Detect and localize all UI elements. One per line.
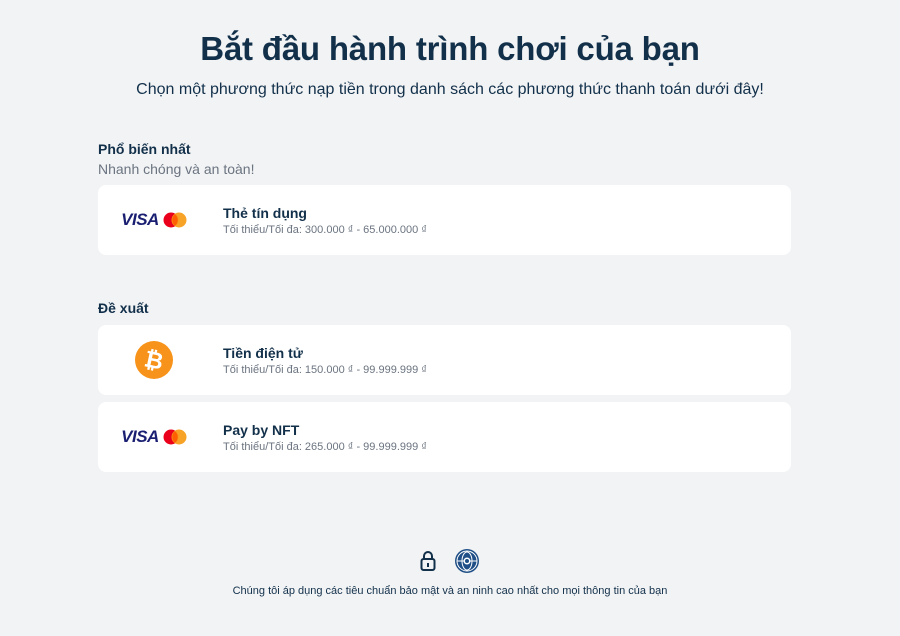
lock-icon bbox=[420, 551, 436, 571]
payment-method-limit: Tối thiểu/Tối đa: 265.000 ₫ - 99.999.999… bbox=[223, 441, 427, 453]
security-seal-icon bbox=[455, 549, 479, 573]
section-title-popular: Phổ biến nhất bbox=[98, 141, 191, 157]
security-badges bbox=[0, 548, 900, 574]
payment-method-limit: Tối thiểu/Tối đa: 300.000 ₫ - 65.000.000… bbox=[223, 224, 427, 236]
mastercard-logo bbox=[163, 429, 187, 445]
section-title-recommended: Đề xuất bbox=[98, 300, 149, 316]
visa-logo: VISA bbox=[121, 427, 159, 446]
payment-logo: VISA bbox=[98, 402, 210, 472]
payment-method-crypto[interactable]: ₿ Tiền điện tử Tối thiểu/Tối đa: 150.000… bbox=[98, 325, 791, 395]
visa-mastercard-icon: VISA bbox=[121, 210, 187, 230]
payment-method-name: Pay by NFT bbox=[223, 422, 300, 438]
visa-mastercard-icon: VISA bbox=[121, 427, 187, 447]
payment-method-name: Thẻ tín dụng bbox=[223, 205, 307, 221]
payment-method-name: Tiền điện tử bbox=[223, 345, 303, 361]
bitcoin-icon: ₿ bbox=[135, 341, 173, 379]
visa-logo: VISA bbox=[121, 210, 159, 229]
page-title: Bắt đầu hành trình chơi của bạn bbox=[200, 30, 700, 67]
mastercard-logo bbox=[163, 212, 187, 228]
payment-method-page: Bắt đầu hành trình chơi của bạn Chọn một… bbox=[0, 0, 900, 636]
page-subtitle: Chọn một phương thức nạp tiền trong danh… bbox=[136, 81, 764, 98]
security-notice: Chúng tôi áp dụng các tiêu chuẩn bảo mật… bbox=[232, 585, 668, 597]
payment-method-nft[interactable]: VISA Pay by NFT Tối thiểu/Tối đa: 265.00… bbox=[98, 402, 791, 472]
payment-method-limit: Tối thiểu/Tối đa: 150.000 ₫ - 99.999.999… bbox=[223, 364, 427, 376]
payment-logo: VISA bbox=[98, 185, 210, 255]
section-subtitle-popular: Nhanh chóng và an toàn! bbox=[98, 161, 255, 177]
payment-logo: ₿ bbox=[98, 325, 210, 395]
payment-method-credit-card[interactable]: VISA Thẻ tín dụng Tối thiểu/Tối đa: 300.… bbox=[98, 185, 791, 255]
